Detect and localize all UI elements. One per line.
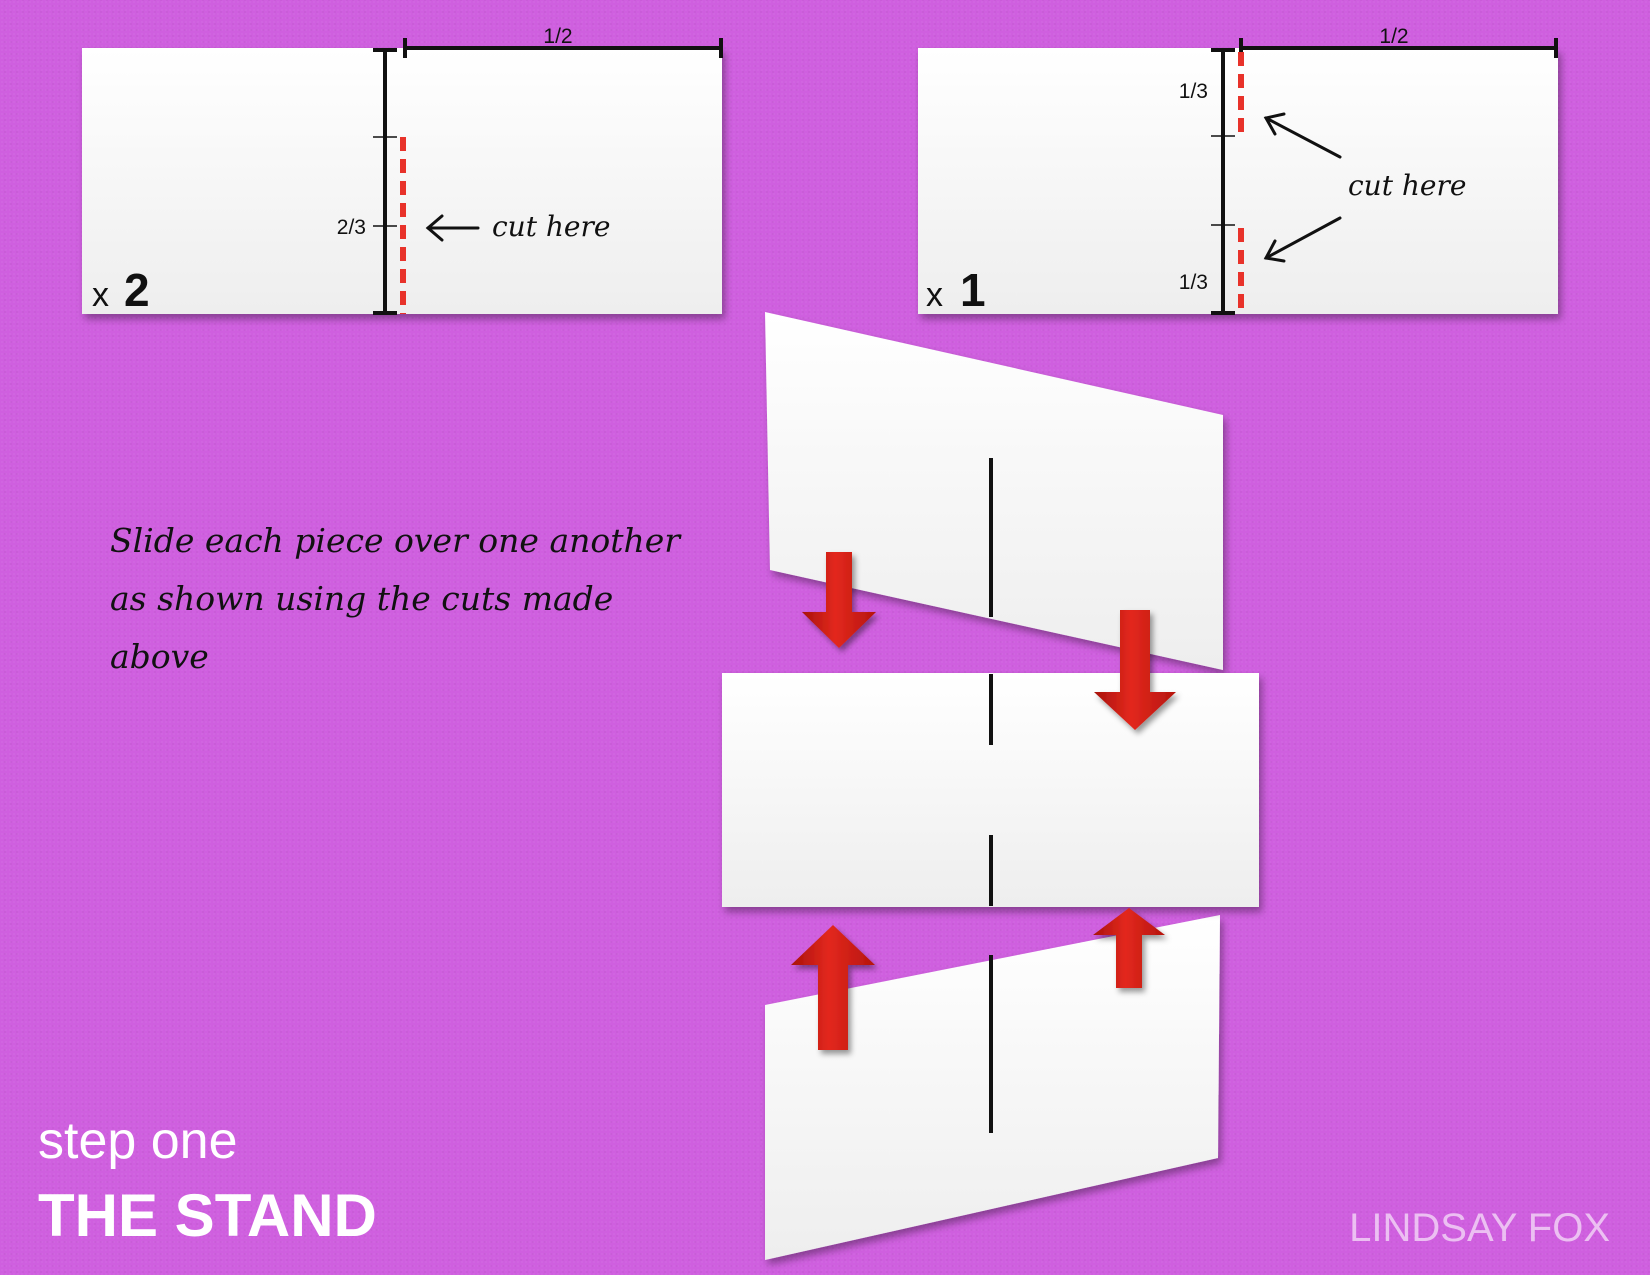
author-name: LINDSAY FOX [1349, 1206, 1610, 1250]
instructions-text: Slide each piece over one another as sho… [110, 521, 681, 676]
step-title: step one [38, 1112, 238, 1170]
multiplier-prefix-1: x [92, 276, 109, 314]
card-piece-x2: 1/2 2/3 cut here x 2 [82, 25, 723, 316]
half-label-1: 1/2 [543, 25, 572, 48]
length-label: 2/3 [337, 216, 366, 239]
half-label-2: 1/2 [1379, 25, 1408, 48]
multiplier-count-2: 1 [960, 264, 986, 316]
bottom-third-label: 1/3 [1179, 271, 1208, 294]
section-title: THE STAND [38, 1182, 377, 1249]
cut-here-label-2: cut here [1348, 169, 1466, 202]
multiplier-count-1: 2 [124, 264, 150, 316]
cut-here-label-1: cut here [492, 210, 610, 243]
card-piece-x1: 1/2 1/3 1/3 cut here x 1 [918, 25, 1558, 316]
top-third-label: 1/3 [1179, 80, 1208, 103]
multiplier-prefix-2: x [926, 276, 943, 314]
